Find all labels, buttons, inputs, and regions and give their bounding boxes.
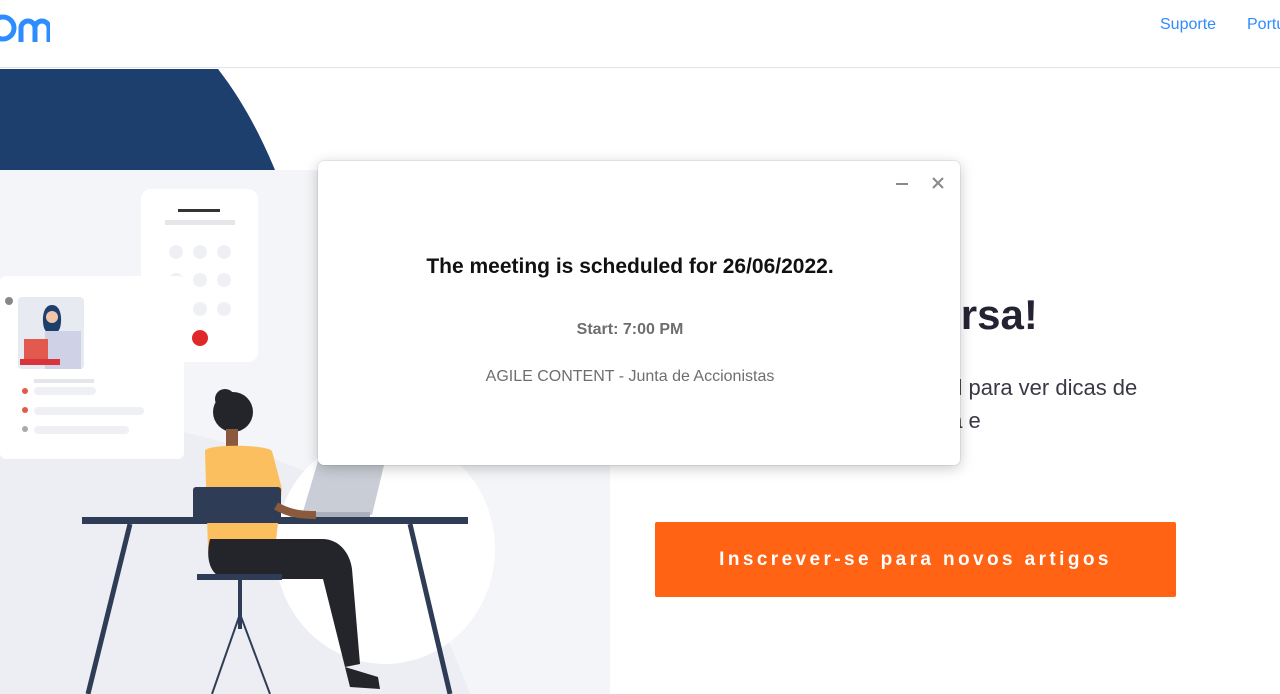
close-icon[interactable] bbox=[929, 174, 947, 192]
zoom-logo[interactable] bbox=[0, 2, 50, 50]
meeting-schedule-dialog: The meeting is scheduled for 26/06/2022.… bbox=[318, 161, 960, 465]
nav-language-selector[interactable]: Português bbox=[1247, 16, 1280, 34]
subscribe-articles-button[interactable]: Inscrever-se para novos artigos bbox=[655, 522, 1176, 597]
meeting-scheduled-title: The meeting is scheduled for 26/06/2022. bbox=[426, 255, 834, 278]
meeting-description: AGILE CONTENT - Junta de Accionistas bbox=[485, 368, 775, 385]
site-header: Suporte Português bbox=[0, 0, 1280, 68]
nav-link-suporte[interactable]: Suporte bbox=[1160, 16, 1216, 34]
meeting-start-time: Start: 7:00 PM bbox=[576, 321, 684, 338]
minimize-icon[interactable] bbox=[893, 175, 911, 193]
